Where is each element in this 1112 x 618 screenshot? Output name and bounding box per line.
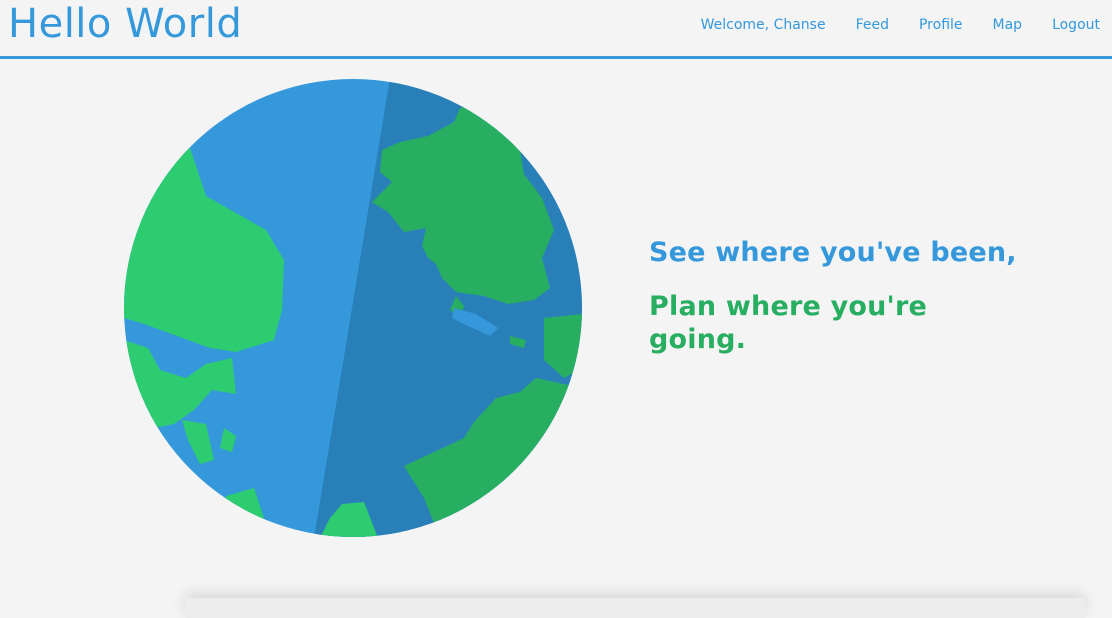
nav-logout[interactable]: Logout <box>1052 16 1100 34</box>
hero-line-1: See where you've been, <box>649 237 1017 268</box>
hero-line-2: Plan where you're going. <box>649 291 928 355</box>
top-navbar: Hello World Welcome, Chanse Feed Profile… <box>0 0 1112 59</box>
nav-map[interactable]: Map <box>993 16 1023 34</box>
globe-icon <box>124 79 582 537</box>
nav-welcome-user[interactable]: Welcome, Chanse <box>701 16 826 34</box>
brand-logo[interactable]: Hello World <box>8 0 242 48</box>
nav-feed[interactable]: Feed <box>856 16 889 34</box>
hero-tagline: See where you've been, Plan where you're… <box>649 236 1049 356</box>
content-card-edge <box>185 598 1085 618</box>
nav-profile[interactable]: Profile <box>919 16 963 34</box>
main-nav: Welcome, Chanse Feed Profile Map Logout <box>671 16 1100 34</box>
